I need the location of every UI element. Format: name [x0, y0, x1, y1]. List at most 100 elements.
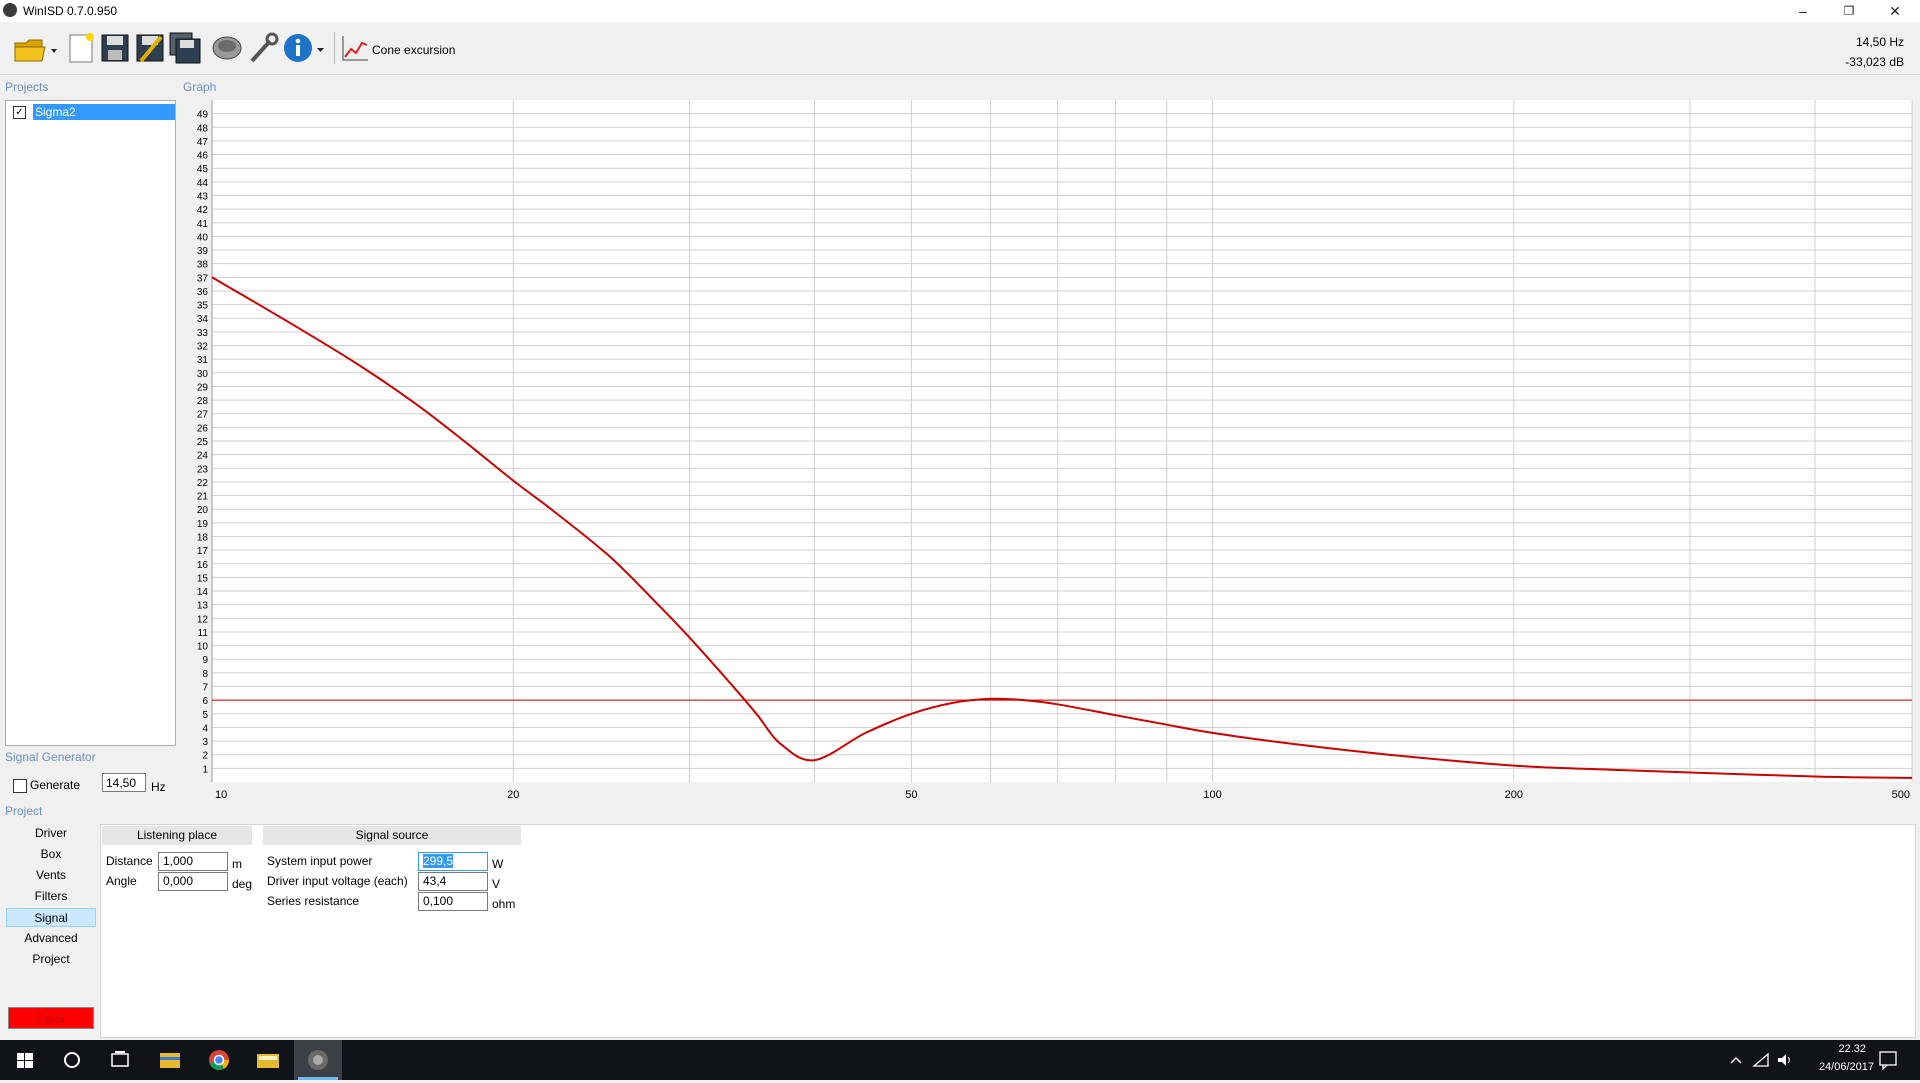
open-button[interactable] [12, 31, 60, 65]
generate-checkbox[interactable] [13, 779, 27, 793]
projects-list[interactable]: ✓ Sigma2 [5, 100, 176, 746]
project-item[interactable]: ✓ Sigma2 [11, 104, 175, 120]
y-tick-label: 47 [197, 137, 209, 148]
system-input-power-unit: W [492, 857, 504, 871]
driver-button[interactable] [210, 31, 244, 65]
tools-button[interactable] [246, 31, 280, 65]
x-tick-label: 100 [1203, 789, 1221, 800]
generate-label: Generate [30, 778, 81, 792]
volume-tray[interactable] [1776, 1052, 1794, 1071]
save-button[interactable] [98, 31, 132, 65]
new-project-button[interactable] [64, 31, 98, 65]
network-tray[interactable] [1752, 1052, 1770, 1071]
y-tick-label: 23 [197, 464, 209, 475]
close-icon[interactable]: ✕ [1872, 0, 1918, 22]
y-tick-label: 49 [197, 110, 209, 121]
graph-type-label[interactable]: Cone excursion [372, 43, 455, 57]
chrome-button[interactable] [202, 1046, 236, 1074]
task-view-button[interactable] [103, 1046, 137, 1074]
y-tick-label: 12 [197, 614, 209, 625]
y-tick-label: 7 [202, 683, 208, 694]
notifications-button[interactable] [1878, 1050, 1898, 1073]
save-as-icon [136, 34, 164, 63]
projects-heading: Projects [5, 80, 49, 94]
save-all-button[interactable] [168, 31, 202, 65]
project-checkbox[interactable]: ✓ [13, 106, 26, 119]
series-resistance-input[interactable]: 0,100 [418, 892, 488, 911]
nav-project[interactable]: Project [6, 950, 96, 969]
y-tick-label: 5 [202, 710, 208, 721]
nav-box[interactable]: Box [6, 845, 96, 864]
graph-type-button[interactable] [340, 33, 370, 63]
app-icon [3, 3, 17, 17]
tray-expand[interactable] [1728, 1052, 1744, 1071]
windows-start-icon [17, 1053, 33, 1068]
minimize-icon[interactable]: – [1780, 0, 1826, 22]
y-tick-label: 3 [202, 737, 208, 748]
network-icon [1752, 1052, 1769, 1067]
nav-filters[interactable]: Filters [6, 887, 96, 906]
clock-time[interactable]: 22.32 [1838, 1043, 1866, 1055]
folder-button[interactable] [251, 1046, 285, 1074]
info-icon [284, 34, 324, 62]
file-explorer-button[interactable] [153, 1046, 187, 1074]
start-button[interactable] [8, 1046, 42, 1074]
winisd-icon [298, 1050, 338, 1080]
x-tick-label: 200 [1505, 789, 1523, 800]
info-button[interactable] [282, 31, 328, 65]
nav-vents[interactable]: Vents [6, 866, 96, 885]
nav-driver[interactable]: Driver [6, 824, 96, 843]
y-tick-label: 46 [197, 151, 209, 162]
nav-signal[interactable]: Signal [6, 908, 96, 927]
y-tick-label: 18 [197, 532, 209, 543]
x-tick-label: 20 [507, 789, 519, 800]
distance-label: Distance [106, 854, 153, 868]
y-tick-label: 31 [197, 355, 209, 366]
tools-icon [250, 32, 279, 63]
taskbar [0, 1040, 1920, 1080]
signal-source-header: Signal source [263, 826, 521, 845]
save-icon [101, 34, 129, 62]
winisd-taskbar-button[interactable] [294, 1040, 342, 1080]
y-tick-label: 6 [202, 696, 208, 707]
notifications-icon [1879, 1051, 1897, 1071]
chevron-up-icon [1730, 1056, 1742, 1064]
y-tick-label: 19 [197, 519, 209, 530]
angle-input[interactable]: 0,000 [158, 872, 228, 891]
y-tick-label: 21 [197, 492, 209, 503]
driver-input-voltage-input[interactable]: 43,4 [418, 872, 488, 891]
cone-excursion-graph[interactable]: 1234567891011121314151617181920212223242… [178, 100, 1914, 800]
signal-generator-heading: Signal Generator [5, 750, 96, 764]
color-button[interactable]: Color [8, 1007, 94, 1029]
restore-icon[interactable]: ❐ [1826, 0, 1872, 22]
nav-advanced[interactable]: Advanced [6, 929, 96, 948]
graph-heading: Graph [183, 80, 217, 94]
title-bar: WinISD 0.7.0.950 – ❐ ✕ [0, 0, 1920, 22]
volume-icon [1778, 1054, 1790, 1066]
search-button[interactable] [55, 1046, 89, 1074]
search-icon [64, 1052, 80, 1068]
open-icon [14, 39, 57, 62]
cursor-frequency-readout: 14,50 Hz [1855, 35, 1904, 49]
y-tick-label: 44 [197, 178, 209, 189]
system-input-power-input[interactable]: 299,5 [418, 852, 488, 871]
y-tick-label: 1 [202, 764, 208, 775]
y-tick-label: 25 [197, 437, 209, 448]
series-resistance-label: Series resistance [267, 894, 360, 908]
driver-input-voltage-label: Driver input voltage (each) [267, 874, 408, 888]
window-title: WinISD 0.7.0.950 [23, 4, 118, 18]
y-tick-label: 16 [197, 560, 209, 571]
clock-date[interactable]: 24/06/2017 [1819, 1061, 1874, 1073]
angle-label: Angle [106, 874, 137, 888]
save-as-button[interactable] [133, 31, 167, 65]
new-project-icon [69, 33, 94, 63]
y-tick-label: 15 [197, 573, 209, 584]
y-tick-label: 39 [197, 246, 209, 257]
project-name[interactable]: Sigma2 [33, 104, 175, 120]
x-tick-label: 50 [905, 789, 917, 800]
x-tick-label: 10 [215, 789, 227, 800]
distance-input[interactable]: 1,000 [158, 852, 228, 871]
generate-frequency-input[interactable]: 14,50 [102, 773, 146, 792]
folder-icon [257, 1054, 279, 1068]
x-tick-label: 500 [1892, 789, 1910, 800]
